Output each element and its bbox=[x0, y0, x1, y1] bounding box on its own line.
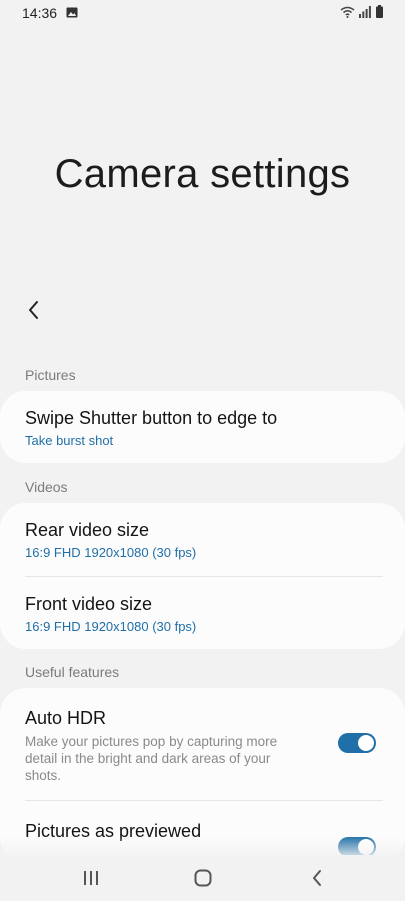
setting-title: Front video size bbox=[25, 594, 153, 614]
setting-value: Take burst shot bbox=[25, 433, 114, 448]
signal-icon bbox=[359, 6, 371, 18]
toggle-knob bbox=[358, 735, 374, 751]
recents-button[interactable] bbox=[79, 866, 103, 890]
section-header-useful-features: Useful features bbox=[25, 664, 120, 680]
status-time: 14:36 bbox=[22, 5, 58, 21]
setting-value: 16:9 FHD 1920x1080 (30 fps) bbox=[25, 619, 197, 634]
wifi-icon bbox=[340, 6, 355, 18]
setting-description: Make your pictures pop by capturing more… bbox=[25, 734, 278, 783]
nav-back-button[interactable] bbox=[305, 866, 329, 890]
navigation-bar bbox=[0, 855, 405, 901]
card-videos: Rear video size 16:9 FHD 1920x1080 (30 f… bbox=[0, 503, 405, 649]
setting-value: 16:9 FHD 1920x1080 (30 fps) bbox=[25, 545, 197, 560]
status-bar: 14:36 bbox=[0, 0, 405, 26]
card-pictures: Swipe Shutter button to edge to Take bur… bbox=[0, 391, 405, 463]
setting-auto-hdr[interactable]: Auto HDR Make your pictures pop by captu… bbox=[0, 688, 405, 799]
section-header-pictures: Pictures bbox=[25, 367, 76, 383]
back-button[interactable] bbox=[18, 294, 50, 326]
setting-front-video-size[interactable]: Front video size 16:9 FHD 1920x1080 (30 … bbox=[0, 577, 405, 649]
page-title: Camera settings bbox=[54, 152, 351, 196]
setting-title: Swipe Shutter button to edge to bbox=[25, 408, 278, 428]
gallery-icon bbox=[66, 7, 78, 18]
home-icon bbox=[194, 869, 212, 887]
back-icon bbox=[313, 870, 321, 886]
section-header-videos: Videos bbox=[25, 479, 68, 495]
setting-title: Rear video size bbox=[25, 520, 150, 540]
chevron-left-icon bbox=[29, 301, 38, 319]
setting-swipe-shutter[interactable]: Swipe Shutter button to edge to Take bur… bbox=[0, 391, 405, 463]
setting-rear-video-size[interactable]: Rear video size 16:9 FHD 1920x1080 (30 f… bbox=[0, 503, 405, 576]
auto-hdr-toggle[interactable] bbox=[338, 733, 376, 753]
setting-title: Auto HDR bbox=[25, 708, 107, 728]
home-button[interactable] bbox=[191, 866, 215, 890]
battery-icon bbox=[376, 5, 383, 18]
recents-icon bbox=[84, 871, 98, 885]
